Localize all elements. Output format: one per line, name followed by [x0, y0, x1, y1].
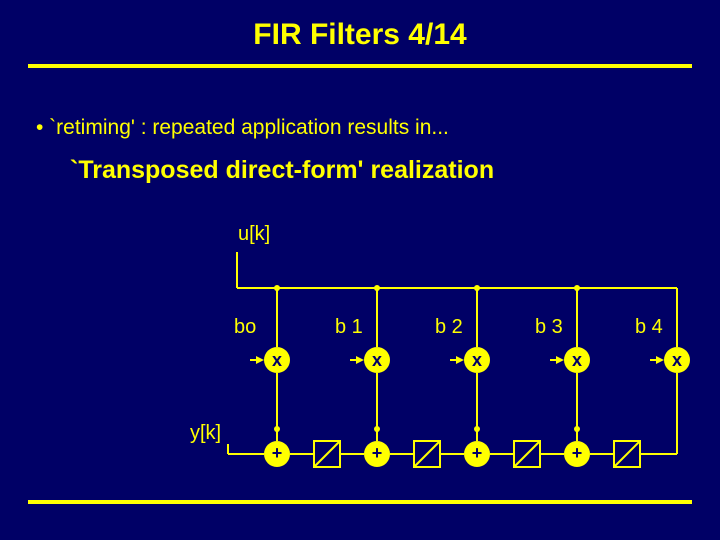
mul-op-0: x	[264, 350, 290, 371]
mul-op-2: x	[464, 350, 490, 371]
add-op-3: +	[564, 443, 590, 464]
add-op-1: +	[364, 443, 390, 464]
mul-op-1: x	[364, 350, 390, 371]
add-op-0: +	[264, 443, 290, 464]
mul-op-3: x	[564, 350, 590, 371]
mul-op-4: x	[664, 350, 690, 371]
fir-diagram	[0, 0, 720, 540]
add-op-2: +	[464, 443, 490, 464]
